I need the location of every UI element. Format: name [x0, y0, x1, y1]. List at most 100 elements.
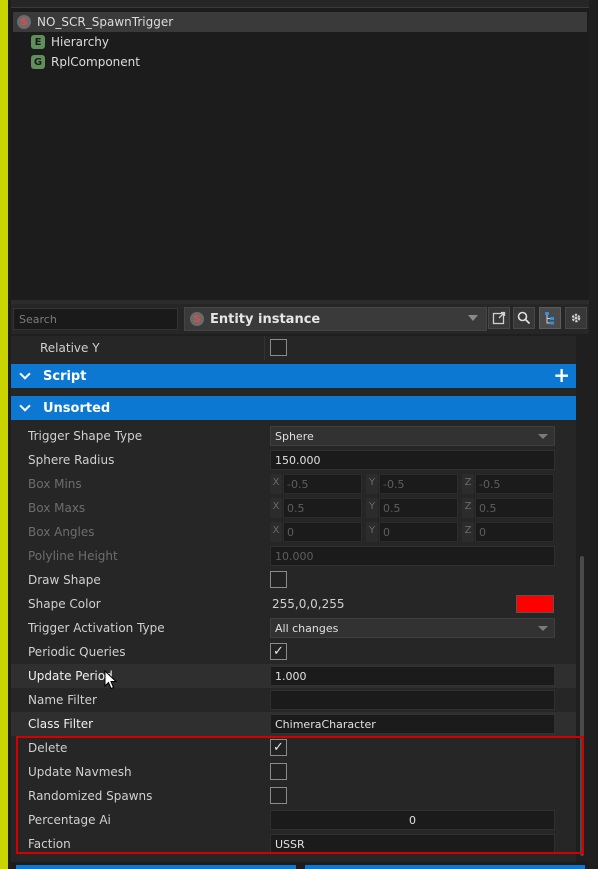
randomized-spawns-checkbox[interactable] — [270, 787, 287, 804]
prop-shape-color: Shape Color 255,0,0,255 — [11, 592, 576, 616]
prop-label: Delete — [28, 741, 68, 755]
external-link-icon — [492, 311, 506, 325]
prop-label: Box Angles — [28, 525, 95, 539]
axis-z-label: Z — [462, 522, 474, 542]
bottom-button-left[interactable] — [16, 865, 296, 869]
prop-label: Sphere Radius — [28, 453, 115, 467]
entity-type-select[interactable]: S Entity instance — [184, 307, 487, 331]
prop-trigger-activation-type: Trigger Activation Type All changes — [11, 616, 576, 640]
mouse-cursor-icon — [104, 670, 118, 690]
axis-value: 0 — [475, 522, 554, 542]
faction-input[interactable]: USSR — [270, 834, 555, 854]
delete-checkbox[interactable]: ✓ — [270, 739, 287, 756]
box-mins-y[interactable]: Y -0.5 — [366, 474, 458, 494]
sphere-radius-input[interactable]: 150.000 — [270, 450, 555, 470]
search-icon — [517, 311, 531, 325]
hierarchy-item-rplcomponent[interactable]: G RplComponent — [31, 52, 140, 72]
box-maxs-y[interactable]: Y 0.5 — [366, 498, 458, 518]
prop-label: Box Maxs — [28, 501, 86, 515]
section-script[interactable]: Script + — [11, 364, 576, 388]
periodic-queries-checkbox[interactable]: ✓ — [270, 643, 287, 660]
prop-label: Polyline Height — [28, 549, 118, 563]
axis-value: 0 — [379, 522, 458, 542]
axis-value: -0.5 — [283, 474, 362, 494]
entity-type-label: Entity instance — [210, 311, 321, 327]
external-link-button[interactable] — [488, 307, 510, 329]
axis-value: 0.5 — [475, 498, 554, 518]
prop-label: Draw Shape — [28, 573, 101, 587]
section-label: Unsorted — [43, 400, 111, 416]
prop-box-angles: Box Angles X0 Y0 Z0 — [11, 520, 576, 544]
prop-box-maxs: Box Maxs X 0.5 Y 0.5 Z 0.5 — [11, 496, 576, 520]
box-angles-x[interactable]: X0 — [270, 522, 362, 542]
hierarchy-item-spawn-trigger[interactable]: S NO_SCR_SpawnTrigger — [13, 12, 587, 32]
add-icon[interactable]: + — [553, 364, 570, 386]
gear-icon — [571, 313, 581, 323]
draw-shape-checkbox[interactable] — [270, 571, 287, 588]
chevron-down-icon — [19, 368, 31, 380]
hierarchy-toggle-button[interactable] — [539, 307, 561, 329]
axis-y-label: Y — [366, 522, 378, 542]
axis-value: -0.5 — [475, 474, 554, 494]
prop-label: Relative Y — [40, 341, 100, 355]
shape-color-swatch[interactable] — [516, 595, 554, 613]
prop-name-filter: Name Filter — [11, 688, 576, 712]
axis-x-label: X — [270, 498, 282, 518]
prop-label: Faction — [28, 837, 71, 851]
box-angles-z[interactable]: Z0 — [462, 522, 554, 542]
game-component-icon: G — [31, 55, 45, 69]
prop-delete: Delete ✓ — [11, 736, 576, 760]
box-angles-y[interactable]: Y0 — [366, 522, 458, 542]
bottom-button-right[interactable] — [305, 865, 585, 869]
properties-panel: Relative Y Script + Unsorted Trigger Sha… — [11, 336, 576, 866]
chevron-down-icon — [538, 626, 548, 631]
prop-trigger-shape-type: Trigger Shape Type Sphere — [11, 424, 576, 448]
chevron-down-icon — [538, 434, 548, 439]
hierarchy-item-label: Hierarchy — [51, 35, 110, 49]
axis-z-label: Z — [462, 474, 474, 494]
search-input[interactable]: Search — [13, 308, 178, 330]
properties-scrollbar[interactable] — [578, 336, 586, 866]
prop-label: Name Filter — [28, 693, 97, 707]
box-maxs-x[interactable]: X 0.5 — [270, 498, 362, 518]
update-period-input[interactable]: 1.000 — [270, 666, 555, 686]
prop-label: Update Period — [28, 669, 113, 683]
search-button[interactable] — [513, 307, 535, 329]
select-value: All changes — [275, 622, 339, 635]
box-mins-z[interactable]: Z -0.5 — [462, 474, 554, 494]
axis-y-label: Y — [366, 474, 378, 494]
axis-x-label: X — [270, 474, 282, 494]
hierarchy-item-hierarchy[interactable]: E Hierarchy — [31, 32, 109, 52]
prop-label: Trigger Activation Type — [28, 621, 165, 635]
hierarchy-icon — [545, 312, 554, 325]
prop-label: Percentage Ai — [28, 813, 111, 827]
trigger-activation-type-select[interactable]: All changes — [270, 618, 555, 638]
relative-y-checkbox[interactable] — [270, 339, 287, 356]
chevron-down-icon — [19, 400, 31, 412]
prop-update-navmesh: Update Navmesh — [11, 760, 576, 784]
entity-component-icon: E — [31, 35, 45, 49]
section-unsorted[interactable]: Unsorted — [11, 396, 576, 420]
box-mins-x[interactable]: X -0.5 — [270, 474, 362, 494]
scrollbar-thumb[interactable] — [580, 556, 584, 856]
percentage-ai-slider[interactable]: 0 — [270, 810, 555, 830]
polyline-height-input[interactable]: 10.000 — [270, 546, 555, 566]
axis-value: 0.5 — [379, 498, 458, 518]
prop-label: Shape Color — [28, 597, 101, 611]
settings-button[interactable] — [565, 307, 587, 329]
prop-class-filter: Class Filter ChimeraCharacter — [11, 712, 576, 736]
prop-percentage-ai: Percentage Ai 0 — [11, 808, 576, 832]
prop-label: Trigger Shape Type — [28, 429, 143, 443]
box-maxs-z[interactable]: Z 0.5 — [462, 498, 554, 518]
section-label: Script — [43, 368, 87, 384]
prop-label: Randomized Spawns — [28, 789, 153, 803]
chevron-down-icon — [468, 315, 478, 321]
name-filter-input[interactable] — [270, 690, 555, 710]
trigger-shape-type-select[interactable]: Sphere — [270, 426, 555, 446]
prop-label: Class Filter — [28, 717, 94, 731]
prop-box-mins: Box Mins X -0.5 Y -0.5 Z -0.5 — [11, 472, 576, 496]
class-filter-input[interactable]: ChimeraCharacter — [270, 714, 555, 734]
prop-randomized-spawns: Randomized Spawns — [11, 784, 576, 808]
prop-periodic-queries: Periodic Queries ✓ — [11, 640, 576, 664]
update-navmesh-checkbox[interactable] — [270, 763, 287, 780]
